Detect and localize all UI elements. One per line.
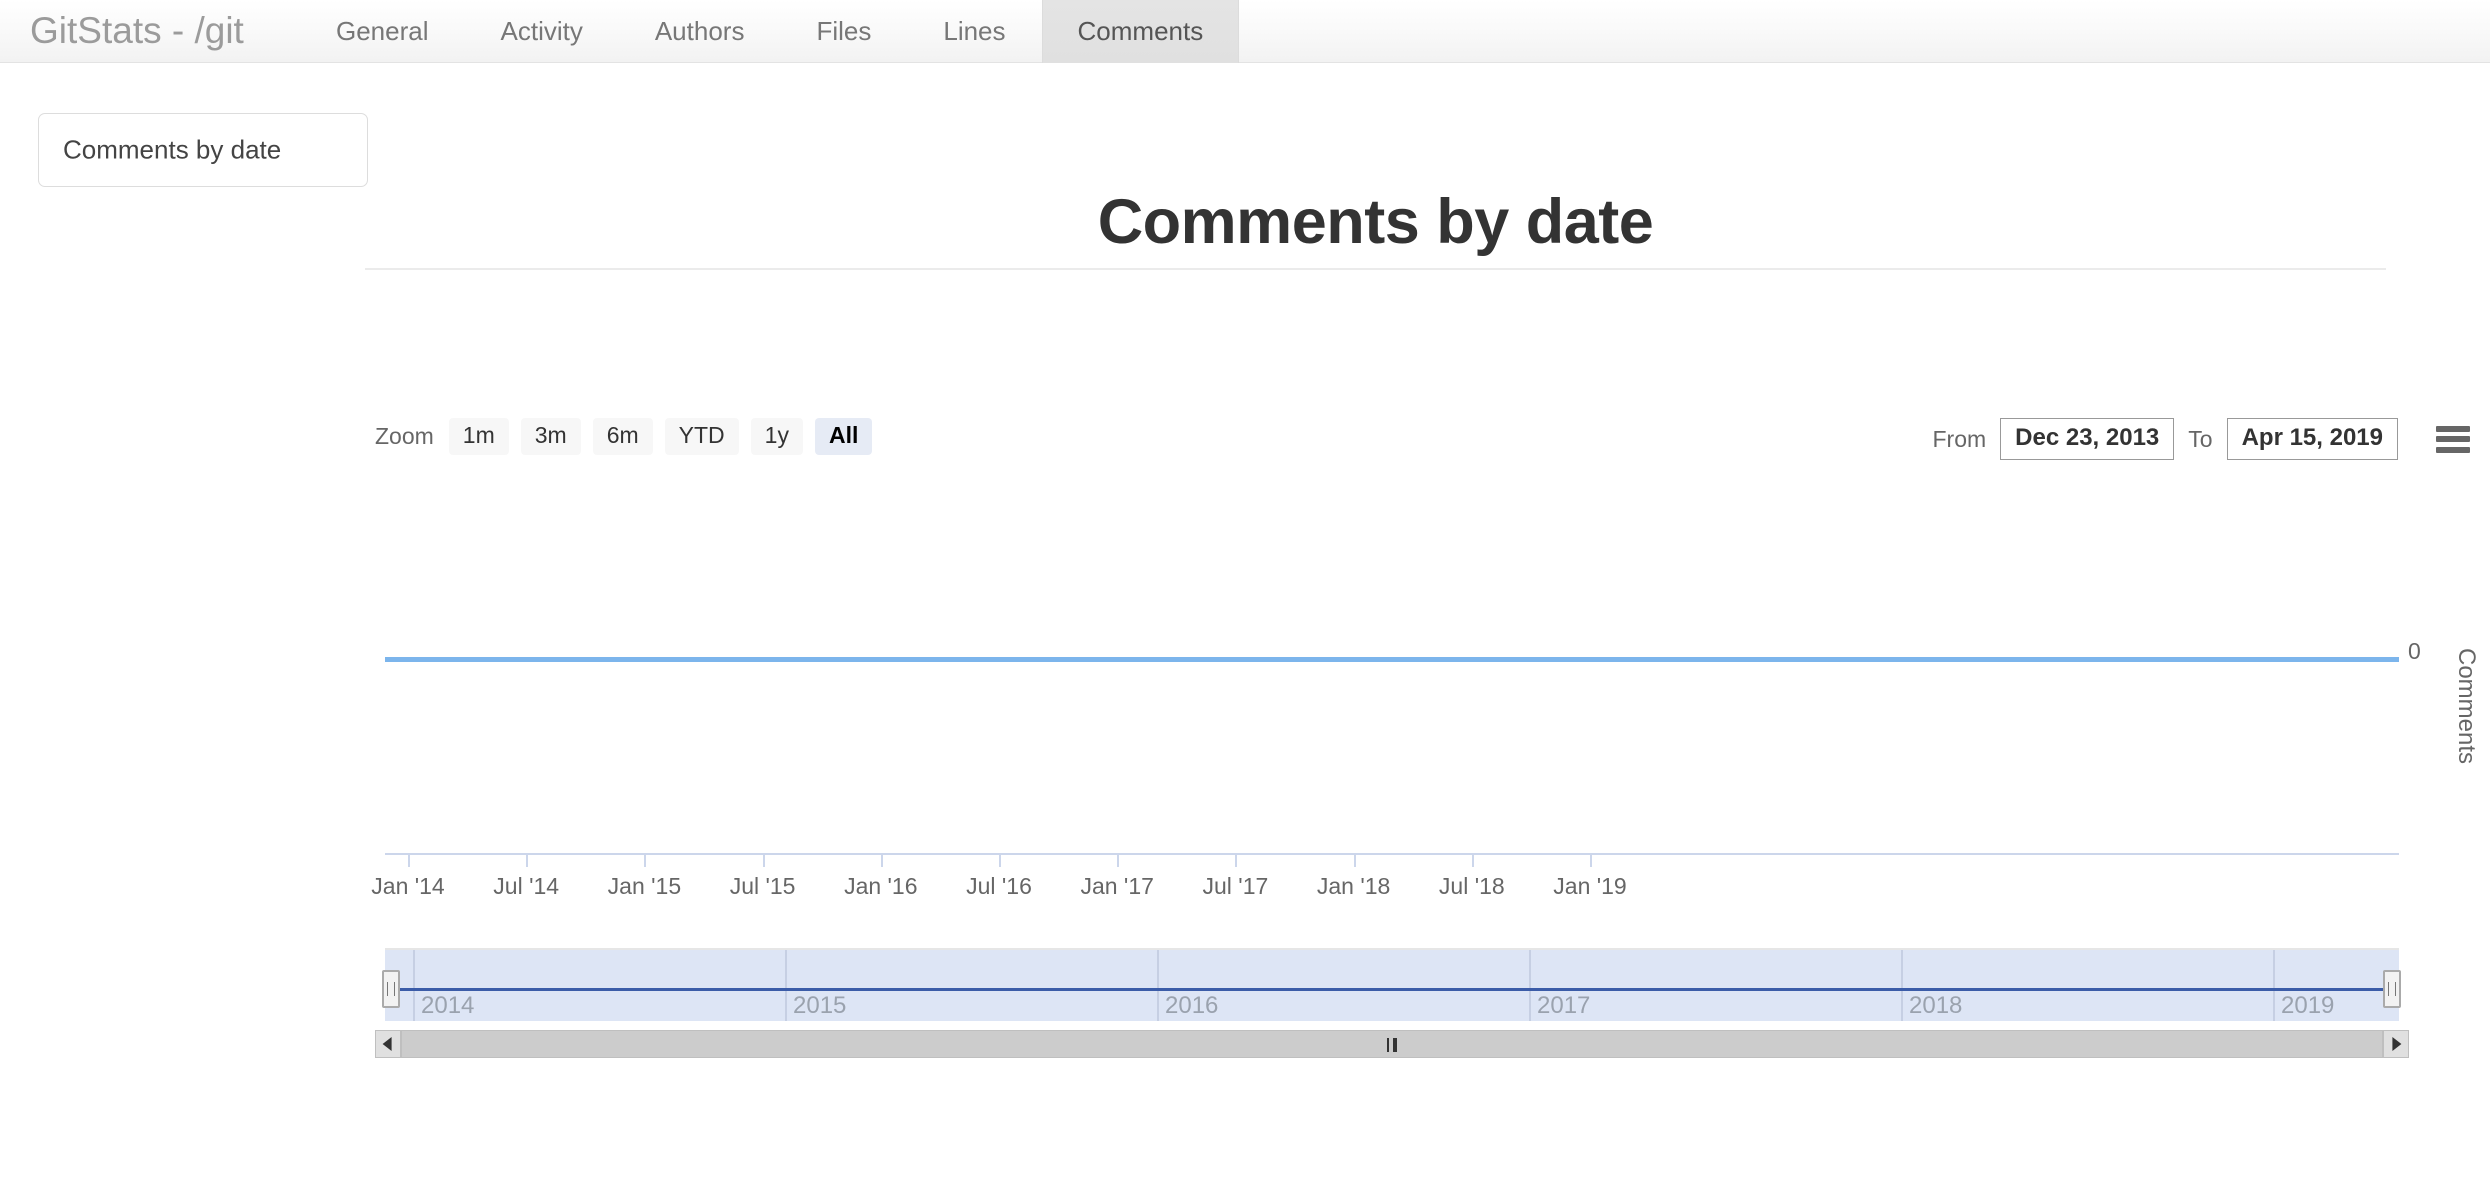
navigator-year-label: 2016	[1165, 992, 1219, 1019]
x-axis-tick-label: Jul '16	[966, 873, 1032, 899]
navigator-gridline	[413, 950, 415, 1021]
to-label: To	[2188, 425, 2213, 452]
hamburger-menu-icon[interactable]	[2436, 425, 2470, 453]
from-date-input[interactable]: Dec 23, 2013	[2000, 418, 2175, 460]
zoom-button-6m[interactable]: 6m	[592, 418, 653, 455]
x-axis-tick-label: Jan '14	[371, 873, 445, 899]
x-axis-tick-label: Jan '19	[1553, 873, 1627, 899]
navigator-year-label: 2015	[793, 992, 847, 1019]
navigator-gridline	[785, 950, 787, 1021]
x-axis-tick	[1117, 853, 1120, 867]
x-axis-tick	[1353, 853, 1356, 867]
nav-tab-general[interactable]: General	[300, 0, 465, 63]
page-title: Comments by date	[1097, 187, 1654, 257]
x-axis-line	[385, 853, 2399, 855]
x-axis-tick	[999, 853, 1001, 867]
x-axis-tick	[1590, 853, 1592, 867]
nav-tab-comments[interactable]: Comments	[1041, 0, 1240, 63]
x-axis-tick-label: Jul '14	[493, 873, 560, 899]
zoom-button-ytd[interactable]: YTD	[664, 418, 739, 455]
x-axis-tick	[1235, 853, 1238, 867]
navigator-year-label: 2017	[1537, 992, 1591, 1019]
x-axis-tick-label: Jul '17	[1202, 873, 1269, 899]
scrollbar-right-arrow-icon[interactable]	[2383, 1030, 2409, 1058]
app-brand[interactable]: GitStats - /git	[30, 10, 244, 52]
chart-navigator[interactable]: 2014 2015 2016 2017 2018 2019	[382, 948, 2401, 1028]
x-axis-tick	[408, 853, 410, 867]
x-axis-tick	[526, 853, 529, 867]
nav-tab-activity[interactable]: Activity	[465, 0, 619, 63]
top-navbar: GitStats - /git General Activity Authors…	[0, 0, 2490, 63]
main-content: Comments by date Zoom 1m 3m 6m YTD 1y Al…	[365, 63, 2490, 1192]
navigator-year-label: 2019	[2281, 992, 2335, 1019]
chart-scrollbar[interactable]	[375, 1030, 2409, 1058]
zoom-button-1y[interactable]: 1y	[750, 418, 803, 455]
plot-area: 0 Comments	[365, 468, 2490, 858]
navigator-gridline	[1901, 950, 1903, 1021]
sidebar-item-comments-by-date[interactable]: Comments by date	[63, 135, 281, 166]
range-selector: Zoom 1m 3m 6m YTD 1y All From Dec 23, 20…	[365, 418, 2490, 460]
x-axis-tick	[644, 853, 647, 867]
range-selector-buttons: Zoom 1m 3m 6m YTD 1y All	[375, 418, 884, 455]
series-line-comments	[385, 657, 2399, 662]
comments-by-date-chart: Zoom 1m 3m 6m YTD 1y All From Dec 23, 20…	[365, 288, 2490, 1158]
navigator-handle-right[interactable]	[2383, 970, 2401, 1008]
zoom-button-all[interactable]: All	[814, 418, 873, 455]
nav-tab-lines[interactable]: Lines	[907, 0, 1041, 63]
navigator-gridline	[1529, 950, 1531, 1021]
navigator-gridline	[1157, 950, 1159, 1021]
x-axis-tick-label: Jan '17	[1080, 873, 1154, 899]
sidebar-panel: Comments by date	[38, 113, 368, 187]
x-axis-tick-label: Jul '18	[1438, 873, 1505, 899]
navigator-selection-mask[interactable]	[385, 950, 2399, 1021]
x-axis-tick-label: Jan '18	[1316, 873, 1391, 899]
title-divider	[365, 268, 2386, 270]
y-axis-title: Comments	[2453, 648, 2480, 765]
navigator-handle-left[interactable]	[382, 970, 400, 1008]
to-date-input[interactable]: Apr 15, 2019	[2226, 418, 2398, 460]
x-axis-tick-label: Jan '15	[607, 873, 682, 899]
scrollbar-grip-icon	[1387, 1038, 1397, 1052]
navigator-year-label: 2014	[421, 992, 475, 1019]
x-axis: Jan '14 Jul '14 Jan '15 Jul '15 Jan '16 Jul '…	[371, 853, 2399, 913]
range-selector-inputs: From Dec 23, 2013 To Apr 15, 2019	[1932, 418, 2470, 460]
navigator-series-line	[385, 988, 2399, 991]
from-label: From	[1932, 425, 1987, 452]
zoom-button-3m[interactable]: 3m	[520, 418, 581, 455]
x-axis-tick-label: Jul '15	[729, 873, 796, 899]
x-axis-tick	[1471, 853, 1474, 867]
navigator-year-label: 2018	[1909, 992, 1963, 1019]
nav-tab-authors[interactable]: Authors	[619, 0, 781, 63]
zoom-label: Zoom	[375, 423, 434, 449]
x-axis-tick-label: Jan '16	[844, 873, 918, 899]
scrollbar-left-arrow-icon[interactable]	[375, 1030, 401, 1058]
zoom-button-1m[interactable]: 1m	[448, 418, 509, 455]
nav-tab-files[interactable]: Files	[780, 0, 907, 63]
y-axis-tick-0: 0	[2408, 638, 2421, 664]
nav-tabs: General Activity Authors Files Lines Com…	[300, 0, 1240, 63]
scrollbar-thumb[interactable]	[401, 1030, 2383, 1058]
navigator-gridline	[2273, 950, 2275, 1021]
x-axis-tick	[762, 853, 765, 867]
x-axis-tick	[880, 853, 883, 867]
